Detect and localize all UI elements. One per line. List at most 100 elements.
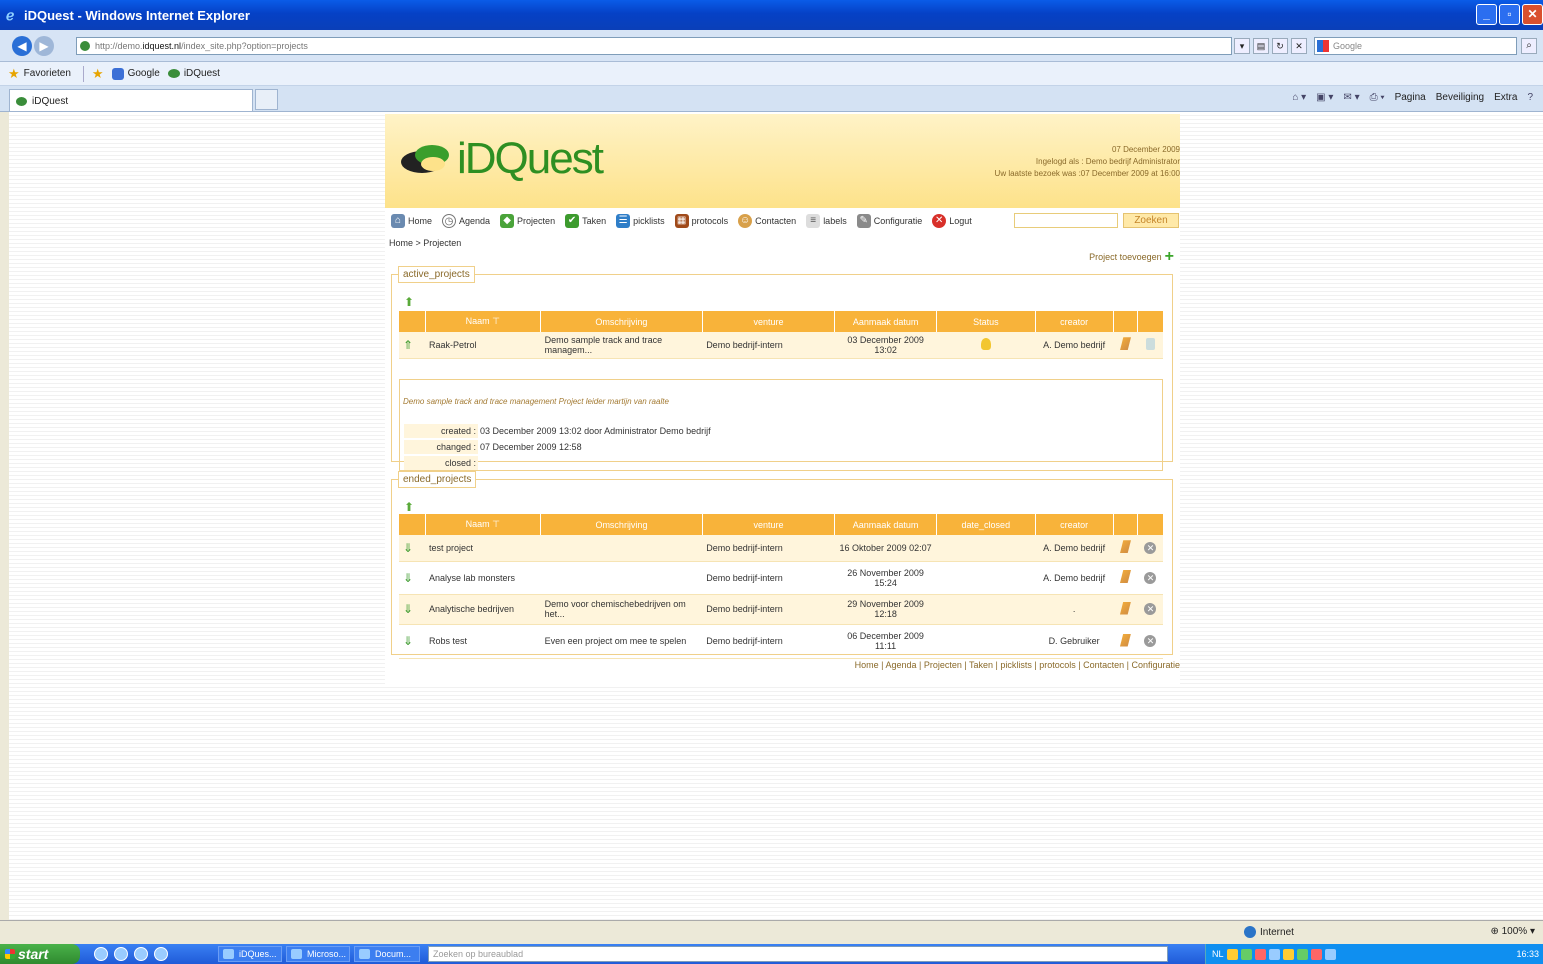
col-creator[interactable]: creator (1035, 514, 1114, 535)
table-row[interactable]: ⇓ Analyse lab monsters Demo bedrijf-inte… (399, 561, 1163, 595)
trash-icon[interactable] (1145, 337, 1155, 350)
search-icon[interactable]: ⌕ (1521, 38, 1537, 54)
col-venture[interactable]: venture (702, 311, 836, 332)
minimize-button[interactable]: _ (1476, 4, 1497, 25)
delete-icon[interactable]: ✕ (1144, 635, 1157, 647)
col-status[interactable]: Status (936, 311, 1036, 332)
nav-picklists[interactable]: ☰ picklists (616, 214, 665, 228)
table-row[interactable]: ⇓ Analytische bedrijven Demo voor chemis… (399, 594, 1163, 625)
table-row[interactable]: ⇓ test project Demo bedrijf-intern 16 Ok… (399, 535, 1163, 562)
tray-icon[interactable] (1226, 948, 1238, 960)
maximize-button[interactable]: ▫ (1499, 4, 1520, 25)
task-document[interactable]: Docum... (354, 946, 420, 962)
ie-quicklaunch-icon[interactable] (94, 947, 108, 961)
col-venture[interactable]: venture (702, 514, 836, 535)
stop-icon[interactable]: ✕ (1291, 38, 1307, 54)
project-name[interactable]: Raak-Petrol (425, 332, 541, 359)
tray-icon[interactable] (1324, 948, 1336, 960)
nav-taken[interactable]: ✔ Taken (565, 214, 606, 228)
language-indicator[interactable]: NL (1212, 949, 1224, 959)
collapse-arrow-icon[interactable]: ⬆ (404, 295, 414, 309)
add-favorite-button[interactable]: ★ (92, 66, 104, 82)
star-icon: ★ (8, 65, 20, 81)
fav-link-google[interactable]: Google (111, 67, 160, 80)
help-icon[interactable]: ? (1527, 92, 1533, 103)
nav-contacten[interactable]: ☺ Contacten (738, 214, 796, 228)
tray-icon[interactable] (1240, 948, 1252, 960)
compat-view-icon[interactable]: ▤ (1253, 38, 1269, 54)
clock[interactable]: 16:33 (1516, 949, 1539, 959)
project-creator: A. Demo bedrijf (1035, 332, 1114, 359)
project-name[interactable]: Analytische bedrijven (425, 594, 541, 625)
print-icon[interactable]: ⎙ ▾ (1370, 92, 1385, 103)
project-name[interactable]: Robs test (425, 624, 541, 659)
dropdown-icon[interactable]: ▾ (1234, 38, 1250, 54)
tab-idquest[interactable]: iDQuest (9, 89, 253, 111)
nav-protocols[interactable]: ▦ protocols (674, 214, 728, 228)
project-name[interactable]: Analyse lab monsters (425, 561, 541, 595)
edit-icon[interactable] (1119, 570, 1131, 583)
col-naam[interactable]: Naam ⊤ (425, 311, 542, 332)
forward-button[interactable]: ▶ (34, 35, 54, 56)
col-omschrijving[interactable]: Omschrijving (540, 514, 703, 535)
col-aanmaak-datum[interactable]: Aanmaak datum (834, 514, 937, 535)
delete-icon[interactable]: ✕ (1144, 571, 1157, 584)
browser-quicklaunch-icon[interactable] (154, 947, 168, 961)
col-naam[interactable]: Naam ⊤ (425, 514, 542, 535)
project-name[interactable]: test project (425, 535, 541, 562)
edit-icon[interactable] (1119, 633, 1131, 647)
cmd-page[interactable]: Pagina (1395, 92, 1426, 103)
refresh-icon[interactable]: ↻ (1272, 38, 1288, 54)
tray-icon[interactable] (1282, 948, 1294, 960)
site-search-input[interactable] (1014, 213, 1118, 228)
breadcrumb[interactable]: Home > Projecten (389, 238, 461, 248)
tray-icon[interactable] (1254, 948, 1266, 960)
nav-configuratie[interactable]: ✎ Configuratie (856, 214, 922, 228)
desktop-search-input[interactable]: Zoeken op bureaublad (428, 946, 1168, 962)
close-button[interactable]: ✕ (1522, 4, 1543, 25)
footer-nav[interactable]: Home | Agenda | Projecten | Taken | pick… (855, 660, 1180, 670)
zoom-control[interactable]: ⊕ 100% ▾ (1490, 926, 1535, 937)
new-tab-button[interactable] (255, 89, 278, 110)
nav-home[interactable]: ⌂ Home (391, 214, 432, 228)
tray-icon[interactable] (1296, 948, 1308, 960)
edit-icon[interactable] (1119, 540, 1131, 554)
mail-icon[interactable]: ✉ ▾ (1343, 92, 1359, 103)
media-quicklaunch-icon[interactable] (134, 947, 148, 961)
tab-title: iDQuest (32, 96, 69, 107)
col-date-closed[interactable]: date_closed (936, 514, 1036, 535)
table-row[interactable]: ⇓ Robs test Even een project om mee te s… (399, 624, 1163, 659)
search-input[interactable]: Google (1314, 37, 1517, 55)
favorites-button[interactable]: ★ Favorieten (8, 66, 71, 82)
address-input[interactable]: http://demo.idquest.nl/index_site.php?op… (76, 37, 1232, 55)
table-row[interactable]: ⇑ Raak-Petrol Demo sample track and trac… (399, 332, 1163, 359)
edit-icon[interactable] (1120, 337, 1131, 351)
cmd-extra[interactable]: Extra (1494, 92, 1517, 103)
delete-icon[interactable]: ✕ (1144, 603, 1157, 615)
search-button[interactable]: Zoeken (1123, 213, 1179, 228)
edit-icon[interactable] (1119, 601, 1131, 615)
collapse-arrow-icon[interactable]: ⬆ (404, 500, 414, 514)
app-quicklaunch-icon[interactable] (114, 947, 128, 961)
col-omschrijving[interactable]: Omschrijving (540, 311, 703, 332)
nav-projecten[interactable]: ◆ Projecten (500, 214, 555, 228)
add-project-button[interactable]: Project toevoegen + (1089, 249, 1174, 265)
task-microsoft[interactable]: Microso... (286, 946, 350, 962)
home-icon[interactable]: ⌂ ▾ (1292, 92, 1306, 103)
cmd-security[interactable]: Beveiliging (1436, 92, 1484, 103)
fav-link-idquest[interactable]: iDQuest (167, 68, 220, 79)
col-creator[interactable]: creator (1035, 311, 1114, 332)
task-idquest[interactable]: iDQues... (218, 946, 282, 962)
nav-labels[interactable]: ≡ labels (806, 214, 847, 228)
idquest-logo[interactable]: iDQuest (401, 134, 604, 184)
feeds-icon[interactable]: ▣ ▾ (1316, 92, 1333, 103)
back-button[interactable]: ◀ (12, 35, 32, 56)
security-zone[interactable]: Internet (1244, 926, 1294, 938)
nav-agenda[interactable]: ◷ Agenda (442, 214, 490, 228)
tray-icon[interactable] (1310, 948, 1322, 960)
nav-logout[interactable]: ✕ Logut (932, 214, 972, 228)
tray-icon[interactable] (1268, 948, 1280, 960)
start-button[interactable]: start (0, 944, 80, 964)
delete-icon[interactable]: ✕ (1144, 541, 1157, 554)
col-aanmaak-datum[interactable]: Aanmaak datum (834, 311, 938, 332)
